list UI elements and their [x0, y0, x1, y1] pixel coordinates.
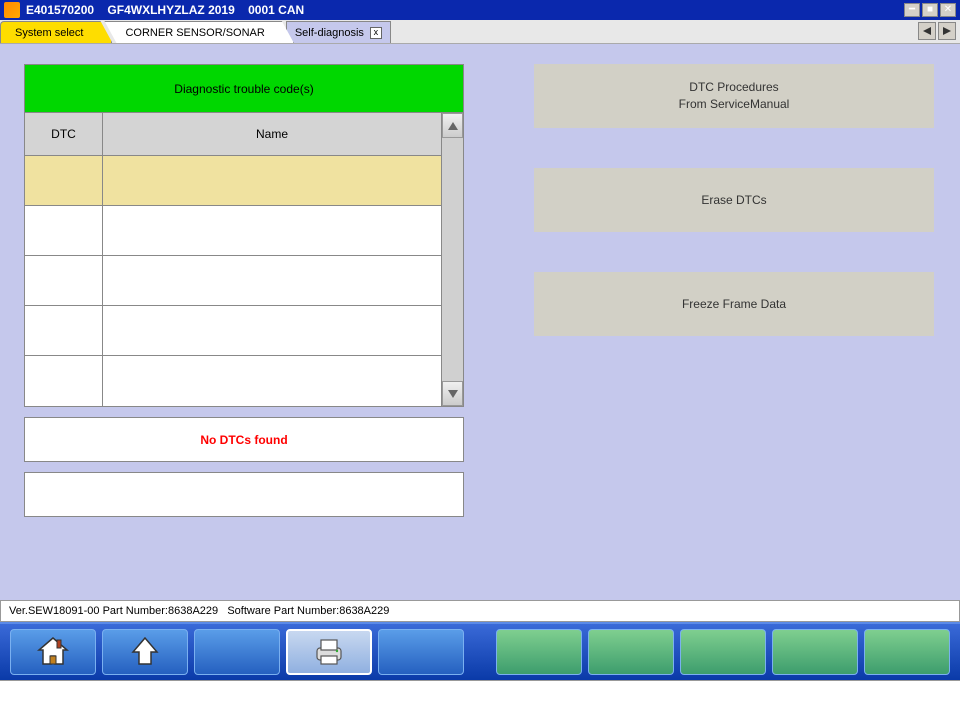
- up-arrow-icon: [127, 634, 163, 670]
- printer-icon: [311, 634, 347, 670]
- app-logo-icon: [4, 2, 20, 18]
- toolbar-green-5[interactable]: [864, 629, 950, 675]
- toolbar-green-2[interactable]: [588, 629, 674, 675]
- tab-system-select[interactable]: System select: [0, 21, 112, 43]
- close-button[interactable]: ✕: [940, 3, 956, 17]
- triangle-down-icon: [448, 390, 458, 398]
- tab-prev-button[interactable]: [918, 22, 936, 40]
- title-code: E401570200: [26, 3, 94, 17]
- table-row[interactable]: [25, 306, 441, 356]
- description-box: [24, 472, 464, 517]
- minimize-button[interactable]: ━: [904, 3, 920, 17]
- title-conn: 0001 CAN: [248, 3, 304, 17]
- tab-corner-sensor[interactable]: CORNER SENSOR/SONAR: [104, 21, 293, 43]
- toolbar-green-3[interactable]: [680, 629, 766, 675]
- btn-label-line2: From ServiceManual: [679, 97, 790, 111]
- tab-label: System select: [15, 27, 83, 39]
- btn-label: Erase DTCs: [701, 192, 766, 209]
- toolbar-green-4[interactable]: [772, 629, 858, 675]
- dtc-scrollbar[interactable]: [441, 113, 463, 406]
- toolbar-slot-3[interactable]: [194, 629, 280, 675]
- title-bar-text: E401570200 GF4WXLHYZLAZ 2019 0001 CAN: [26, 3, 904, 17]
- dtc-panel-header: Diagnostic trouble code(s): [25, 65, 463, 113]
- status-bar: Ver.SEW18091-00 Part Number:8638A229 Sof…: [0, 600, 960, 622]
- back-button[interactable]: [102, 629, 188, 675]
- tab-self-diagnosis[interactable]: Self-diagnosis x: [286, 21, 391, 43]
- table-row[interactable]: [25, 256, 441, 306]
- triangle-left-icon: [923, 27, 931, 35]
- toolbar-green-1[interactable]: [496, 629, 582, 675]
- table-row[interactable]: [25, 356, 441, 406]
- tab-label: CORNER SENSOR/SONAR: [125, 27, 264, 39]
- status-software-part-number: Software Part Number:8638A229: [227, 605, 389, 617]
- bottom-toolbar: [0, 622, 960, 680]
- btn-label: Freeze Frame Data: [682, 296, 786, 313]
- status-message: No DTCs found: [24, 417, 464, 462]
- dtc-table: DTC Name: [25, 113, 441, 406]
- maximize-button[interactable]: ■: [922, 3, 938, 17]
- status-version: Ver.SEW18091-00: [9, 605, 100, 617]
- title-bar: E401570200 GF4WXLHYZLAZ 2019 0001 CAN ━ …: [0, 0, 960, 20]
- erase-dtcs-button[interactable]: Erase DTCs: [534, 168, 934, 232]
- tab-close-button[interactable]: x: [370, 27, 382, 39]
- dtc-panel: Diagnostic trouble code(s) DTC Name: [24, 64, 464, 407]
- tab-bar: System select CORNER SENSOR/SONAR Self-d…: [0, 20, 960, 44]
- dtc-col-name: Name: [103, 113, 441, 155]
- tab-next-button[interactable]: [938, 22, 956, 40]
- triangle-right-icon: [943, 27, 951, 35]
- table-row[interactable]: [25, 206, 441, 256]
- dtc-col-dtc: DTC: [25, 113, 103, 155]
- bottom-strip: [0, 680, 960, 704]
- home-button[interactable]: [10, 629, 96, 675]
- no-dtcs-label: No DTCs found: [200, 433, 287, 447]
- triangle-up-icon: [448, 122, 458, 130]
- work-area: Diagnostic trouble code(s) DTC Name: [0, 44, 960, 600]
- scroll-up-button[interactable]: [442, 113, 463, 138]
- tab-label: Self-diagnosis: [295, 27, 364, 39]
- dtc-procedures-button[interactable]: DTC Procedures From ServiceManual: [534, 64, 934, 128]
- status-part-number: Part Number:8638A229: [103, 605, 219, 617]
- house-icon: [35, 634, 71, 670]
- scroll-track[interactable]: [442, 138, 463, 381]
- table-row[interactable]: [25, 156, 441, 206]
- btn-label-line1: DTC Procedures: [689, 80, 778, 94]
- freeze-frame-button[interactable]: Freeze Frame Data: [534, 272, 934, 336]
- print-button[interactable]: [286, 629, 372, 675]
- scroll-down-button[interactable]: [442, 381, 463, 406]
- title-vin: GF4WXLHYZLAZ 2019: [107, 3, 234, 17]
- toolbar-slot-5[interactable]: [378, 629, 464, 675]
